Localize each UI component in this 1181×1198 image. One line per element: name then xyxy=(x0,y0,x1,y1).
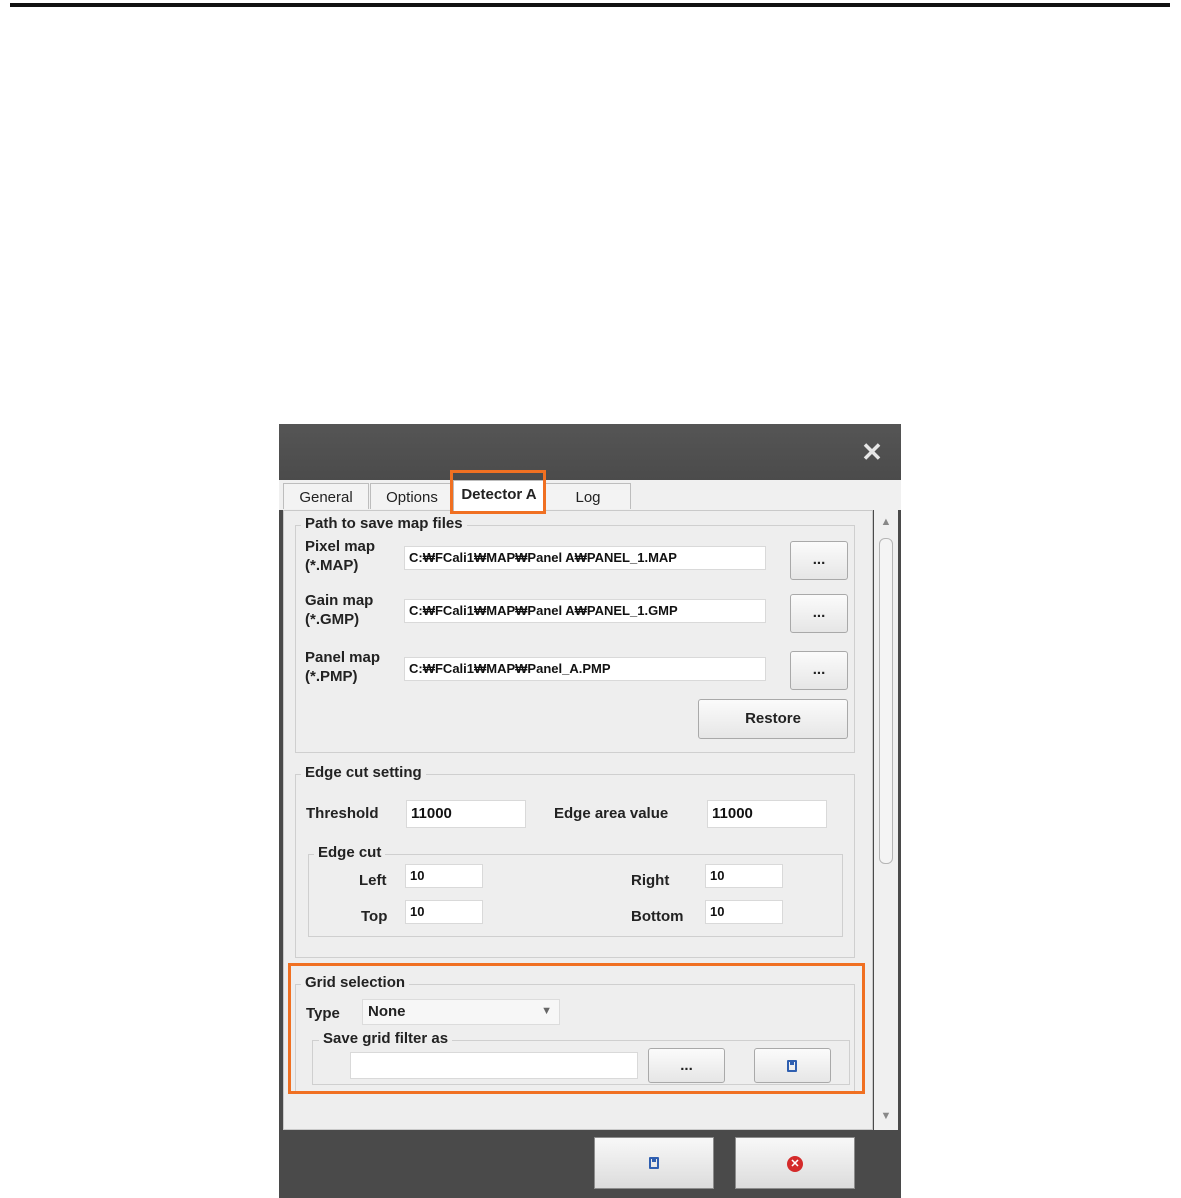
gain-map-browse-button[interactable]: ... xyxy=(790,594,848,633)
cancel-button[interactable]: ✕ xyxy=(735,1137,855,1189)
map-files-title: Path to save map files xyxy=(301,515,467,532)
grid-type-label: Type xyxy=(306,1005,340,1022)
panel-map-browse-button[interactable]: ... xyxy=(790,651,848,690)
right-label: Right xyxy=(631,872,670,889)
panel-map-ext: (*.PMP) xyxy=(305,668,358,685)
panel-map-label: Panel map xyxy=(305,649,381,666)
floppy-disk-icon xyxy=(787,1060,797,1072)
tab-detector-a[interactable]: Detector A xyxy=(453,480,545,511)
edge-area-input[interactable]: 11000 xyxy=(707,800,827,828)
edge-cut-title: Edge cut xyxy=(314,844,386,861)
scroll-down-icon[interactable]: ▼ xyxy=(874,1110,898,1122)
title-bar xyxy=(279,424,901,480)
grid-type-select[interactable]: None ▼ xyxy=(362,999,560,1025)
threshold-label: Threshold xyxy=(306,805,379,822)
left-label: Left xyxy=(359,872,387,889)
save-grid-title: Save grid filter as xyxy=(319,1030,453,1047)
tab-options[interactable]: Options xyxy=(370,483,454,509)
bottom-input[interactable]: 10 xyxy=(705,900,783,924)
pixel-map-browse-button[interactable]: ... xyxy=(790,541,848,580)
panel-map-path-input[interactable]: C:₩FCali1₩MAP₩Panel_A.PMP xyxy=(404,657,766,681)
pixel-map-ext: (*.MAP) xyxy=(305,557,359,574)
save-grid-browse-button[interactable]: ... xyxy=(648,1048,725,1083)
save-grid-button[interactable] xyxy=(754,1048,831,1083)
close-icon[interactable]: ✕ xyxy=(858,438,886,466)
gain-map-ext: (*.GMP) xyxy=(305,611,360,628)
grid-type-value: None xyxy=(368,1003,406,1020)
edge-area-label: Edge area value xyxy=(554,805,669,822)
scroll-thumb[interactable] xyxy=(879,538,893,864)
pixel-map-label: Pixel map xyxy=(305,538,376,555)
tab-log[interactable]: Log xyxy=(545,483,631,509)
pixel-map-path-input[interactable]: C:₩FCali1₩MAP₩Panel A₩PANEL_1.MAP xyxy=(404,546,766,570)
top-input[interactable]: 10 xyxy=(405,900,483,924)
save-grid-path-input[interactable] xyxy=(350,1052,638,1079)
cancel-icon: ✕ xyxy=(787,1156,803,1172)
left-input[interactable]: 10 xyxy=(405,864,483,888)
gain-map-path-input[interactable]: C:₩FCali1₩MAP₩Panel A₩PANEL_1.GMP xyxy=(404,599,766,623)
chevron-down-icon: ▼ xyxy=(541,1005,552,1017)
edge-cut-setting-title: Edge cut setting xyxy=(301,764,426,781)
bottom-label: Bottom xyxy=(631,908,684,925)
restore-button[interactable]: Restore xyxy=(698,699,848,739)
threshold-input[interactable]: 11000 xyxy=(406,800,526,828)
save-settings-button[interactable] xyxy=(594,1137,714,1189)
floppy-disk-icon xyxy=(649,1157,659,1169)
gain-map-label: Gain map xyxy=(305,592,374,609)
top-rule xyxy=(10,3,1170,7)
vertical-scrollbar[interactable]: ▲ ▼ xyxy=(874,510,898,1130)
tab-general[interactable]: General xyxy=(283,483,369,509)
scroll-up-icon[interactable]: ▲ xyxy=(874,516,898,528)
top-label: Top xyxy=(361,908,388,925)
grid-selection-title: Grid selection xyxy=(301,974,410,991)
right-input[interactable]: 10 xyxy=(705,864,783,888)
